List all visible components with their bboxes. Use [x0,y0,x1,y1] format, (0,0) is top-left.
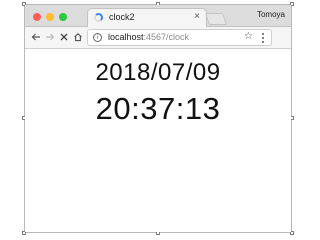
url-host: localhost [108,32,144,42]
clock-date: 2018/07/09 [95,59,221,86]
profile-name[interactable]: Tomoya [257,10,285,19]
arrow-left-icon [31,33,40,41]
close-icon [60,33,68,41]
spinner-icon [94,13,103,22]
stop-button[interactable] [57,30,71,44]
close-window-button[interactable] [33,13,41,21]
url-text[interactable]: localhost:4567/clock [108,32,189,42]
browser-window: clock2 × Tomoya i localhost:4567/clock ☆… [25,5,291,232]
new-tab-button[interactable] [204,13,228,25]
tab-title: clock2 [109,12,135,22]
bookmark-star-icon[interactable]: ☆ [244,31,253,42]
clock-time: 20:37:13 [95,91,221,126]
home-icon [74,33,82,42]
toolbar: i localhost:4567/clock ☆ [25,27,291,49]
kebab-menu-icon[interactable] [258,33,268,44]
home-button[interactable] [71,30,85,44]
arrow-right-icon [46,33,55,41]
minimize-window-button[interactable] [46,13,54,21]
info-icon[interactable]: i [93,33,102,42]
title-bar: clock2 × Tomoya [25,5,291,27]
maximize-window-button[interactable] [59,13,67,21]
tab-clock2[interactable]: clock2 × [87,8,207,27]
address-bar[interactable]: i localhost:4567/clock ☆ [87,29,272,46]
forward-button[interactable] [43,30,57,44]
back-button[interactable] [29,30,43,44]
url-path: :4567/clock [143,32,190,42]
tab-close-button[interactable]: × [194,11,200,22]
page-content: 2018/07/09 20:37:13 [25,49,291,232]
